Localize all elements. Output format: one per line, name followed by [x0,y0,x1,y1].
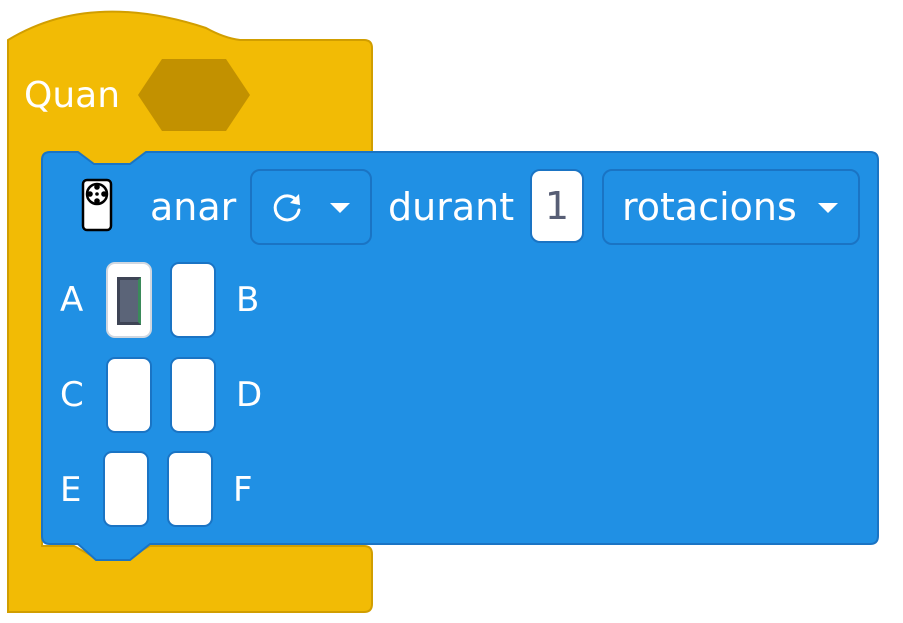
port-a-toggle[interactable] [106,262,152,338]
preposition-label: durant [388,185,515,229]
port-label-b: B [236,280,260,320]
port-label-e: E [60,470,82,510]
verb-label: anar [150,185,237,229]
port-label-f: F [233,470,253,510]
port-label-d: D [236,375,263,415]
port-e-toggle[interactable] [103,451,149,527]
port-b-toggle[interactable] [170,262,216,338]
port-label-a: A [60,280,84,320]
rotate-clockwise-icon [273,194,301,222]
unit-label: rotacions [622,185,797,229]
chevron-down-icon [330,203,350,213]
selected-port-plug [117,277,141,325]
port-f-toggle[interactable] [167,451,213,527]
boolean-condition-slot[interactable] [138,58,250,132]
motor-icon [81,178,113,232]
amount-value: 1 [544,184,570,228]
amount-input[interactable]: 1 [530,169,584,243]
hat-block-label: Quan [24,75,121,116]
port-c-toggle[interactable] [106,357,152,433]
direction-dropdown[interactable] [250,169,372,245]
script-canvas: Quan anar durant 1 rotacions A B C D E F [0,0,903,623]
chevron-down-icon [818,203,838,213]
unit-dropdown[interactable]: rotacions [602,169,860,245]
port-d-toggle[interactable] [170,357,216,433]
port-label-c: C [60,375,84,415]
